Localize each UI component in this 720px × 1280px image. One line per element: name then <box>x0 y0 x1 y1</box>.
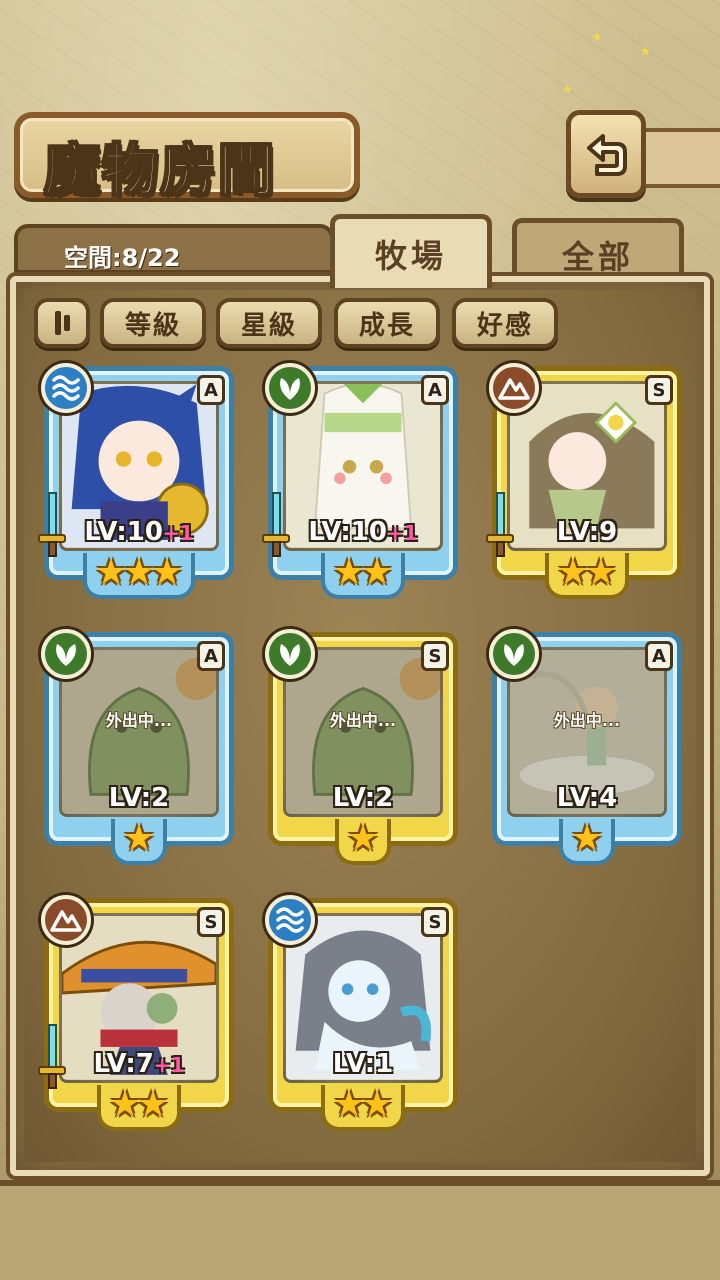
rank-badge: A <box>197 375 225 405</box>
level-bonus: +1 <box>162 521 194 545</box>
bottom-strip <box>0 1180 720 1280</box>
star-rating: ★ ★ <box>49 1085 229 1131</box>
star-icon: ★ <box>360 1084 394 1125</box>
sort-affection-button[interactable]: 好感 <box>452 298 558 348</box>
monster-card[interactable]: S LV:1 ★ ★ <box>265 895 458 1131</box>
level-label: LV:1 <box>273 1049 453 1079</box>
sparkle-icon: ★ <box>592 30 603 44</box>
capacity-label: 空間:8/22 <box>64 244 181 272</box>
level-label: LV:7+1 <box>49 1049 229 1079</box>
level-value: LV:2 <box>108 783 170 813</box>
star-rating: ★ ★ <box>273 1085 453 1131</box>
star-rating: ★ <box>273 819 453 865</box>
level-value: LV:1 <box>332 1049 394 1079</box>
rank-badge: A <box>421 375 449 405</box>
earth-element-icon <box>489 363 539 413</box>
sort-order-icon <box>54 311 70 335</box>
level-value: LV:9 <box>556 517 618 547</box>
rank-badge: A <box>645 641 673 671</box>
tab-ranch[interactable]: 牧場 <box>330 214 492 288</box>
level-label: LV:10+1 <box>273 517 453 547</box>
sword-icon <box>37 1023 67 1093</box>
monster-card[interactable]: A LV:10+1 ★ ★ ★ <box>38 363 234 599</box>
star-rating: ★ ★ <box>273 553 453 599</box>
monster-card[interactable]: A LV:10+1 ★ ★ <box>262 363 458 599</box>
plant-element-icon <box>41 629 91 679</box>
sword-icon <box>261 491 291 561</box>
star-icon: ★ <box>346 818 380 859</box>
rank-badge: A <box>197 641 225 671</box>
level-label: LV:4 <box>497 783 677 813</box>
plant-element-icon <box>265 629 315 679</box>
level-value: LV:7 <box>93 1049 154 1079</box>
star-icon: ★ <box>584 552 618 593</box>
level-label: LV:10+1 <box>49 517 229 547</box>
sword-icon <box>37 491 67 561</box>
header-bar <box>646 128 720 188</box>
level-value: LV:10 <box>308 517 387 547</box>
return-arrow-icon <box>587 134 627 176</box>
star-rating: ★ ★ ★ <box>49 553 229 599</box>
monster-card[interactable]: A 外出中... LV:2 ★ <box>41 629 234 865</box>
star-rating: ★ <box>497 819 677 865</box>
level-label: LV:9 <box>497 517 677 547</box>
sword-icon <box>485 491 515 561</box>
rank-badge: S <box>645 375 673 405</box>
level-label: LV:2 <box>49 783 229 813</box>
sparkle-icon: ★ <box>562 82 573 96</box>
monster-card[interactable]: S LV:9 ★ ★ <box>486 363 682 599</box>
back-button[interactable] <box>566 110 646 198</box>
page-title: 魔物房間 <box>43 137 276 205</box>
water-element-icon <box>41 363 91 413</box>
rank-badge: S <box>197 907 225 937</box>
level-value: LV:10 <box>84 517 163 547</box>
star-icon: ★ <box>122 818 156 859</box>
level-value: LV:2 <box>332 783 394 813</box>
earth-element-icon <box>41 895 91 945</box>
sort-growth-button[interactable]: 成長 <box>334 298 440 348</box>
rank-badge: S <box>421 907 449 937</box>
level-bonus: +1 <box>386 521 418 545</box>
sort-order-button[interactable] <box>34 298 90 348</box>
water-element-icon <box>265 895 315 945</box>
sort-level-button[interactable]: 等級 <box>100 298 206 348</box>
away-status-label: 外出中... <box>553 711 621 730</box>
capacity-strip: 空間:8/22 <box>14 224 334 274</box>
monster-card[interactable]: A 外出中... LV:4 ★ <box>489 629 682 865</box>
away-status-label: 外出中... <box>105 711 173 730</box>
star-icon: ★ <box>570 818 604 859</box>
rank-badge: S <box>421 641 449 671</box>
plant-element-icon <box>489 629 539 679</box>
level-bonus: +1 <box>153 1053 185 1077</box>
star-icon: ★ <box>136 1084 170 1125</box>
star-rating: ★ <box>49 819 229 865</box>
away-status-label: 外出中... <box>329 711 397 730</box>
sparkle-icon: ★ <box>640 44 651 58</box>
level-value: LV:4 <box>556 783 618 813</box>
star-icon: ★ <box>360 552 394 593</box>
monster-card[interactable]: S LV:7+1 ★ ★ <box>38 895 234 1131</box>
plant-element-icon <box>265 363 315 413</box>
level-label: LV:2 <box>273 783 453 813</box>
monster-card[interactable]: S 外出中... LV:2 ★ <box>265 629 458 865</box>
star-rating: ★ ★ <box>497 553 677 599</box>
sort-star-button[interactable]: 星級 <box>216 298 322 348</box>
title-plate: 魔物房間 <box>14 112 360 205</box>
star-icon: ★ <box>150 552 184 593</box>
